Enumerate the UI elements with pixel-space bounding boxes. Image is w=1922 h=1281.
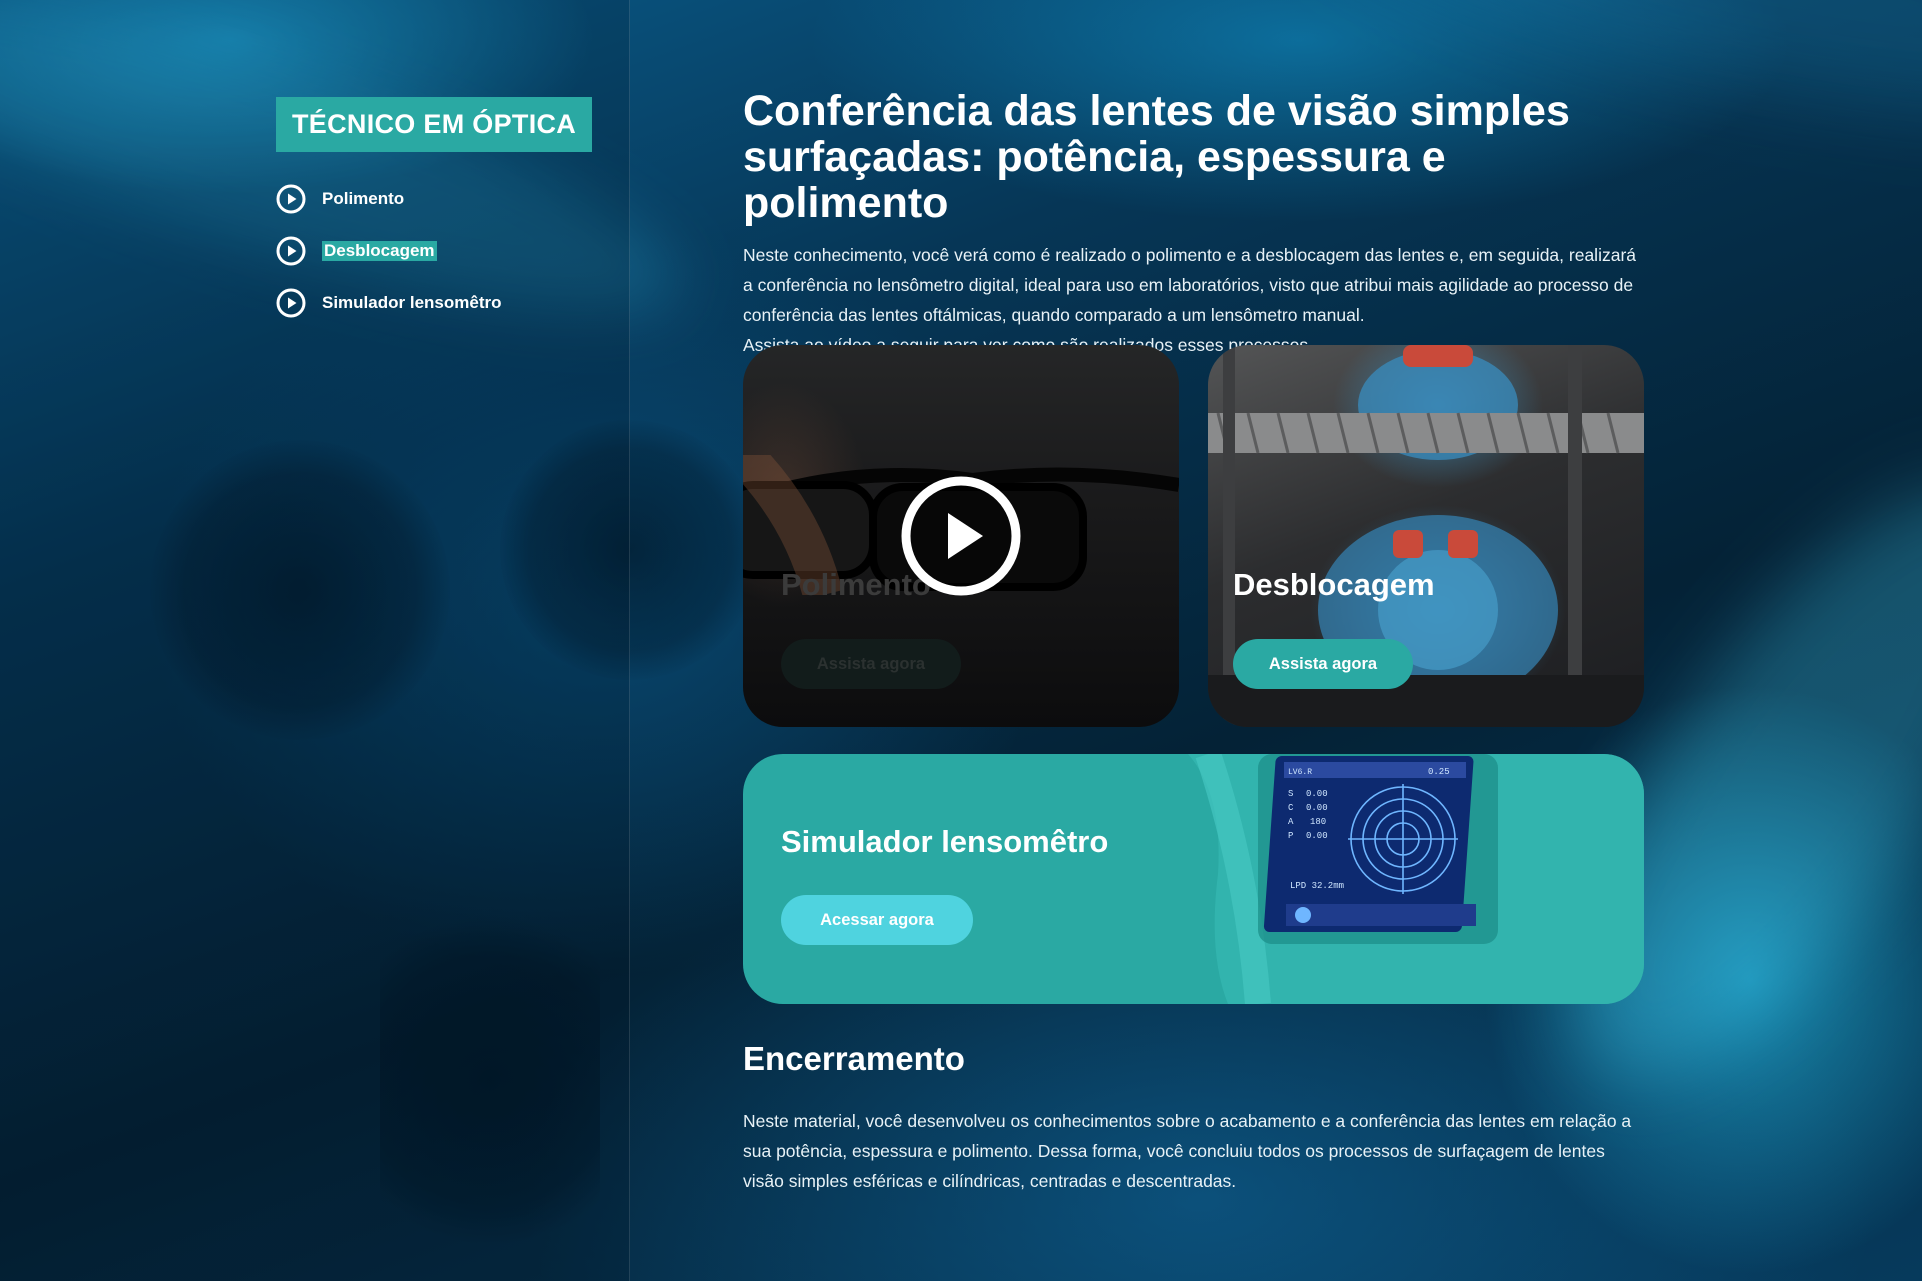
access-now-button[interactable]: Acessar agora	[781, 895, 973, 945]
page-title: Conferência das lentes de visão simples …	[743, 87, 1570, 227]
play-circle-icon	[276, 288, 306, 318]
sidebar-nav: Polimento Desblocagem Simulador lensomêt…	[276, 184, 501, 340]
sidebar-item-desblocagem[interactable]: Desblocagem	[276, 236, 501, 266]
screen-a-value: 180	[1310, 817, 1326, 827]
screen-a-label: A	[1288, 817, 1294, 827]
sidebar-item-label: Polimento	[322, 189, 405, 208]
sidebar-item-polimento[interactable]: Polimento	[276, 184, 501, 214]
sidebar-item-simulador[interactable]: Simulador lensomêtro	[276, 288, 501, 318]
screen-s-label: S	[1288, 789, 1293, 799]
simulator-card[interactable]: LV6.R 0.25 S 0.00 C 0.00 A 180 P 0.00 LP…	[743, 754, 1644, 1004]
closing-title: Encerramento	[743, 1040, 965, 1077]
screen-top-right: 0.25	[1428, 767, 1450, 777]
watch-now-button[interactable]: Assista agora	[1233, 639, 1413, 689]
play-icon[interactable]	[900, 475, 1022, 597]
video-card-desblocagem[interactable]: Desblocagem Assista agora	[1208, 345, 1644, 727]
main-content: Conferência das lentes de visão simples …	[743, 87, 1644, 1191]
screen-p-label: P	[1288, 831, 1293, 841]
intro-text: Neste conhecimento, você verá como é rea…	[743, 240, 1643, 360]
sidebar-item-label: Desblocagem	[322, 241, 437, 261]
lensometer-device-image: LV6.R 0.25 S 0.00 C 0.00 A 180 P 0.00 LP…	[1188, 754, 1644, 1004]
card-title: Desblocagem	[1233, 567, 1435, 602]
screen-lpd-readout: LPD 32.2mm	[1290, 881, 1344, 891]
screen-c-label: C	[1288, 803, 1294, 813]
page: TÉCNICO EM ÓPTICA Polimento Desblocagem	[0, 0, 1922, 1281]
closing-section: Encerramento Neste material, você desenv…	[743, 1040, 1643, 1196]
watch-now-button[interactable]: Assista agora	[781, 639, 961, 689]
video-cards: Polimento Assista agora Desblocagem Assi…	[743, 345, 1644, 727]
screen-p-value: 0.00	[1306, 831, 1328, 841]
course-title-badge: TÉCNICO EM ÓPTICA	[276, 97, 593, 152]
closing-text: Neste material, você desenvolveu os conh…	[743, 1111, 1632, 1191]
play-circle-icon	[276, 236, 306, 266]
screen-s-value: 0.00	[1306, 789, 1328, 799]
play-circle-icon	[276, 184, 306, 214]
screen-top-left: LV6.R	[1288, 768, 1312, 777]
sidebar: TÉCNICO EM ÓPTICA Polimento Desblocagem	[0, 0, 630, 1281]
intro-paragraph: Neste conhecimento, você verá como é rea…	[743, 245, 1637, 325]
video-card-polimento[interactable]: Polimento Assista agora	[743, 345, 1179, 727]
screen-c-value: 0.00	[1306, 803, 1328, 813]
simulator-title: Simulador lensomêtro	[781, 824, 1109, 859]
sidebar-item-label: Simulador lensomêtro	[322, 293, 502, 312]
